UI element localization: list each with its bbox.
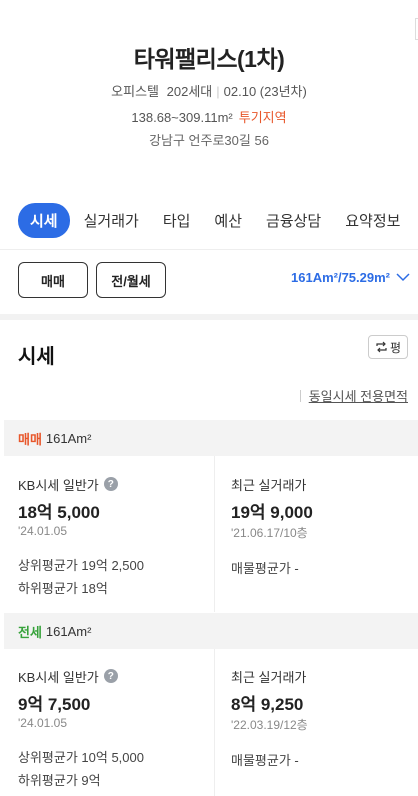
jeonse-band: 전세 161Am² (4, 613, 418, 649)
kb-label-text: KB시세 일반가 (18, 477, 99, 493)
recent-label: 최근 실거래가 (231, 669, 307, 685)
kb-date: '24.01.05 (18, 524, 68, 538)
chevron-down-icon (396, 273, 410, 282)
jeonse-card: KB시세 일반가? 9억 7,500 '24.01.05 상위평균가 10억 5… (4, 649, 418, 796)
kb-date: '24.01.05 (18, 716, 68, 730)
address: 강남구 언주로30길 56 (149, 133, 269, 148)
card-divider (214, 649, 215, 796)
tab-budget[interactable]: 예산 (214, 210, 242, 231)
complex-meta: 오피스텔 202세대 | 02.10 (23년차) (0, 81, 418, 100)
tab-loan[interactable]: 금융상담 (266, 210, 321, 231)
recent-price: 19억 9,000 (231, 503, 313, 522)
sale-filter-button[interactable]: 매매 (18, 262, 88, 298)
section-gap (0, 314, 418, 320)
upper-avg: 상위평균가 19억 2,500 (18, 558, 144, 573)
meta-separator: | (216, 84, 220, 99)
recent-label: 최근 실거래가 (231, 477, 307, 493)
lower-avg: 하위평균가 9억 (18, 773, 101, 788)
kb-label-text: KB시세 일반가 (18, 669, 99, 685)
listing-avg: 매물평균가 - (231, 561, 299, 576)
tab-divider (0, 249, 418, 250)
jeonse-kb-column: KB시세 일반가? 9억 7,500 '24.01.05 상위평균가 10억 5… (18, 667, 144, 789)
link-divider (299, 389, 301, 402)
sale-band: 매매 161Am² (4, 420, 418, 456)
same-area-label: 동일시세 전용면적 (308, 389, 408, 404)
card-divider (214, 456, 215, 612)
property-type: 오피스텔 (111, 84, 159, 99)
swap-icon (376, 341, 387, 353)
built-year: 02.10 (23년차) (223, 84, 307, 99)
tab-type[interactable]: 타입 (163, 210, 191, 231)
tab-bar: 시세 실거래가 타입 예산 금융상담 요약정보 (18, 202, 418, 238)
area-range: 138.68~309.11m² (131, 110, 233, 125)
sale-kind: 매매 (18, 431, 42, 447)
help-icon[interactable]: ? (103, 669, 118, 683)
recent-date: '22.03.19/12층 (231, 718, 308, 732)
jeonse-area: 161Am² (45, 623, 92, 639)
jeonse-kind: 전세 (18, 624, 42, 640)
area-selected-label: 161Am²/75.29m² (291, 270, 390, 285)
lower-avg: 하위평균가 18억 (18, 581, 108, 596)
area-selector[interactable]: 161Am²/75.29m² (291, 270, 410, 285)
tab-price[interactable]: 시세 (18, 202, 70, 238)
rent-filter-button[interactable]: 전/월세 (96, 262, 166, 298)
sale-area: 161Am² (45, 430, 92, 446)
kb-label: KB시세 일반가? (18, 667, 144, 685)
listing-avg: 매물평균가 - (231, 753, 299, 768)
tab-summary[interactable]: 요약정보 (345, 210, 400, 231)
kb-price: 9억 7,500 (18, 695, 91, 714)
sale-kb-column: KB시세 일반가? 18억 5,000 '24.01.05 상위평균가 19억 … (18, 475, 144, 597)
upper-avg: 상위평균가 10억 5,000 (18, 750, 144, 765)
area-range-line: 138.68~309.11m² 투기지역 (0, 107, 418, 126)
unit-toggle-label: 평 (389, 340, 402, 355)
zone-tag: 투기지역 (238, 110, 287, 125)
same-area-link[interactable]: 동일시세 전용면적 (299, 386, 408, 405)
kb-price: 18억 5,000 (18, 503, 100, 522)
section-title: 시세 (18, 346, 55, 368)
sale-recent-column: 최근 실거래가 19억 9,000 '21.06.17/10층 매물평균가 - (231, 475, 313, 577)
jeonse-recent-column: 최근 실거래가 8억 9,250 '22.03.19/12층 매물평균가 - (231, 667, 308, 769)
tab-transactions[interactable]: 실거래가 (84, 210, 139, 231)
sale-card: KB시세 일반가? 18억 5,000 '24.01.05 상위평균가 19억 … (4, 456, 418, 613)
help-icon[interactable]: ? (103, 477, 118, 491)
recent-date: '21.06.17/10층 (231, 526, 308, 540)
complex-header: 타워팰리스(1차) 오피스텔 202세대 | 02.10 (23년차) 138.68… (0, 0, 418, 180)
unit-toggle-button[interactable]: 평 (368, 335, 408, 359)
recent-price: 8억 9,250 (231, 695, 304, 714)
households: 202세대 (166, 84, 213, 99)
kb-label: KB시세 일반가? (18, 475, 144, 493)
complex-title: 타워팰리스(1차) (133, 46, 285, 72)
